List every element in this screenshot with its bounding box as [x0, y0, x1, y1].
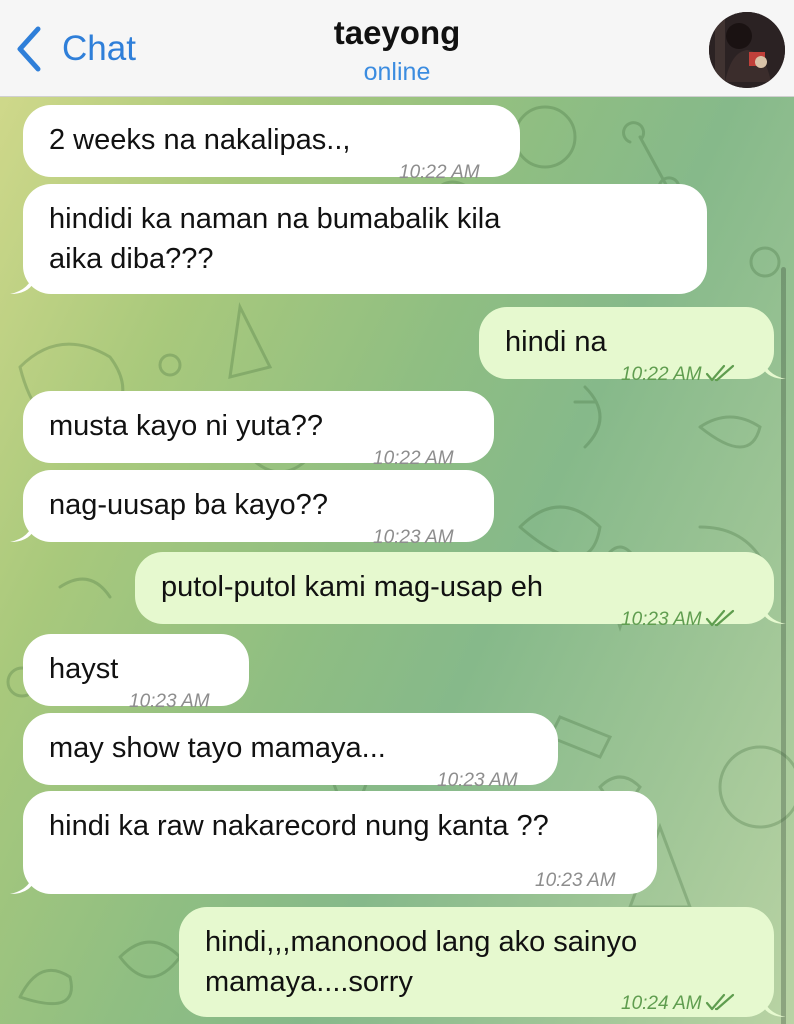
message-time: 10:23 AM	[621, 597, 735, 642]
message-time: 10:23 AM	[535, 870, 616, 891]
message-bubble-incoming[interactable]: may show tayo mamaya... 10:23 AM	[23, 713, 558, 791]
message-text: nag-uusap ba kayo??	[49, 489, 328, 521]
chat-header: Chat taeyong online	[0, 0, 794, 97]
scrollbar[interactable]	[781, 267, 786, 1024]
message-bubble-outgoing[interactable]: hindi,,,manonood lang ako sainyo mamaya.…	[179, 907, 774, 1017]
contact-name[interactable]: taeyong	[0, 14, 794, 52]
contact-status: online	[363, 58, 431, 86]
message-text: musta kayo ni yuta??	[49, 410, 324, 442]
message-text: hayst	[49, 653, 119, 685]
message-text: may show tayo mamaya...	[49, 732, 386, 764]
message-bubble-incoming[interactable]: 2 weeks na nakalipas.., 10:22 AM	[23, 105, 520, 183]
message-time-label: 10:24 AM	[621, 993, 702, 1014]
message-bubble-incoming[interactable]: hindidi ka naman na bumabalik kila aika …	[23, 184, 707, 380]
message-time-label: 10:23 AM	[621, 609, 702, 630]
bubble-tail	[762, 995, 786, 1017]
message-text: hindi ka raw nakarecord nung kanta ??	[49, 810, 549, 842]
message-bubble-incoming[interactable]: nag-uusap ba kayo?? 10:23 AM	[23, 470, 494, 548]
message-bubble-incoming[interactable]: hindi ka raw nakarecord nung kanta ?? 10…	[23, 791, 657, 894]
bubble-tail	[10, 520, 34, 542]
message-bubble-outgoing[interactable]: hindi na 10:22 AM	[479, 307, 774, 385]
message-time-label: 10:22 AM	[621, 364, 702, 385]
bubble-tail	[10, 272, 34, 294]
message-text: mamaya....sorry	[205, 966, 413, 998]
message-bubble-incoming[interactable]: hayst 10:23 AM	[23, 634, 249, 712]
message-text: hindi na	[505, 326, 607, 358]
message-time: 10:24 AM	[621, 981, 735, 1024]
message-bubble-outgoing[interactable]: putol-putol kami mag-usap eh 10:23 AM	[135, 552, 774, 630]
avatar[interactable]	[709, 12, 785, 88]
message-text: hindidi ka naman na bumabalik kila	[49, 203, 501, 235]
message-bubble-incoming[interactable]: musta kayo ni yuta?? 10:22 AM	[23, 391, 494, 469]
double-check-icon	[705, 993, 734, 1011]
message-text: hindi,,,manonood lang ako sainyo	[205, 926, 638, 958]
message-text: putol-putol kami mag-usap eh	[161, 571, 544, 603]
bubble-tail	[762, 602, 786, 624]
message-text: aika diba???	[49, 243, 214, 275]
double-check-icon	[705, 609, 734, 627]
double-check-icon	[705, 364, 734, 382]
message-list[interactable]: 2 weeks na nakalipas.., 10:22 AM hindidi…	[0, 97, 794, 1024]
message-text: 2 weeks na nakalipas..,	[49, 124, 351, 156]
message-time: 10:22 AM	[621, 352, 735, 397]
bubble-tail	[10, 872, 34, 894]
bubble-tail	[762, 357, 786, 379]
